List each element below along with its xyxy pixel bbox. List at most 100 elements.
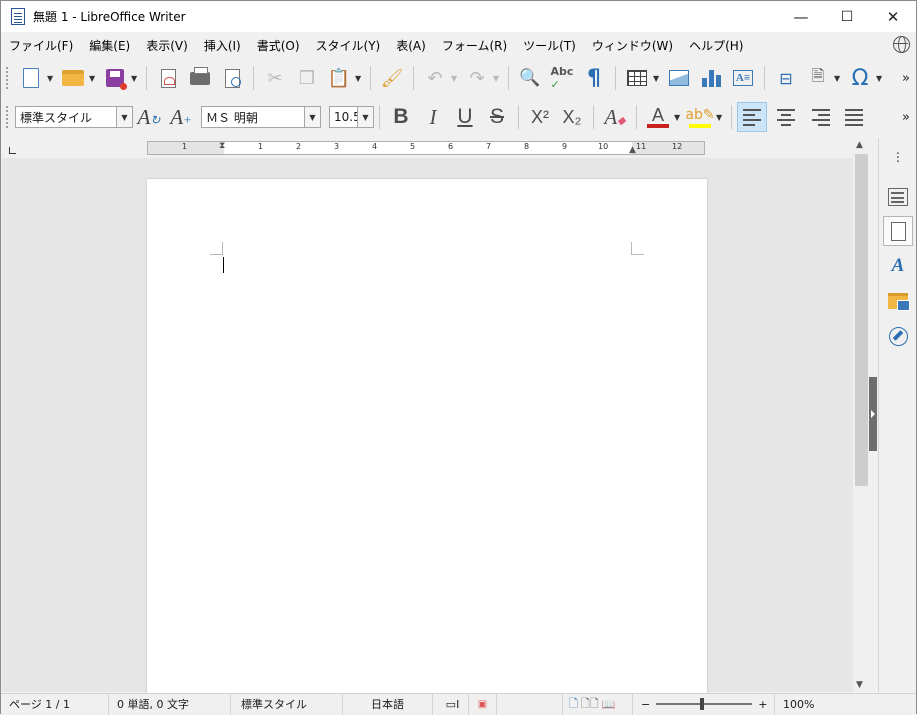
horizontal-ruler[interactable]: 1 1 1 2 3 4 5 6 7 8 9 10 11 12 ⧗ ▲ [147,141,705,155]
paste-dropdown-arrow[interactable]: ▼ [355,74,363,83]
right-indent-marker[interactable]: ▲ [629,145,636,155]
undo-dropdown-arrow[interactable]: ▼ [451,74,459,83]
multi-page-view-icon[interactable]: 🗋🗋 [581,695,599,714]
align-left-button[interactable] [737,102,767,132]
first-line-indent-marker[interactable]: ⧗ [219,141,225,151]
strikethrough-button[interactable]: S [483,103,511,131]
single-page-view-icon[interactable]: 🗋 [569,695,578,714]
chevron-down-icon[interactable]: ▼ [357,107,373,127]
document-modified[interactable]: ▣ [469,693,497,715]
menu-form[interactable]: フォーム(R) [434,37,515,54]
zoom-level[interactable]: 100% [775,694,814,715]
redo-button[interactable]: ↷ [463,64,491,92]
spelling-button[interactable]: Abc ✓ [548,64,576,92]
toolbar-overflow-chevron-icon[interactable]: » [902,110,910,125]
sidebar-collapse-handle[interactable] [869,377,877,451]
italic-button[interactable]: I [419,103,447,131]
underline-button[interactable]: U [451,103,479,131]
digital-signature[interactable] [497,693,563,715]
paste-button[interactable]: 📋 [325,64,353,92]
paragraph-style-combo[interactable]: 標準スタイル ▼ [15,106,133,128]
close-button[interactable]: ✕ [870,1,916,32]
table-dropdown-arrow[interactable]: ▼ [653,74,661,83]
insert-image-button[interactable] [665,64,693,92]
page-count[interactable]: ページ 1 / 1 [1,693,109,715]
special-character-dropdown-arrow[interactable]: ▼ [876,74,884,83]
menu-file[interactable]: ファイル(F) [1,37,81,54]
menu-table[interactable]: 表(A) [388,37,434,54]
chevron-down-icon[interactable]: ▼ [116,107,132,127]
maximize-button[interactable]: ☐ [824,1,870,32]
print-button[interactable] [186,64,214,92]
menu-window[interactable]: ウィンドウ(W) [584,37,681,54]
menu-insert[interactable]: 挿入(I) [196,37,249,54]
toolbar-overflow-chevron-icon[interactable]: » [902,71,910,86]
bold-button[interactable]: B [387,103,415,131]
font-color-dropdown-arrow[interactable]: ▼ [674,113,682,122]
export-pdf-button[interactable] [154,64,182,92]
menu-styles[interactable]: スタイル(Y) [308,37,389,54]
insert-table-button[interactable] [623,64,651,92]
print-preview-button[interactable] [218,64,246,92]
menu-view[interactable]: 表示(V) [138,37,196,54]
justify-button[interactable] [839,102,869,132]
minimize-button[interactable]: — [778,1,824,32]
font-size-combo[interactable]: 10.5 ▼ [329,106,374,128]
highlight-dropdown-arrow[interactable]: ▼ [716,113,724,122]
align-right-button[interactable] [805,102,835,132]
text-language[interactable]: 日本語 [343,693,433,715]
clone-formatting-button[interactable]: 🖌 [378,64,406,92]
zoom-slider-knob[interactable] [700,698,705,710]
document-page[interactable] [147,179,707,699]
open-button[interactable] [59,64,87,92]
vertical-scrollbar[interactable]: ▲ ▼ [854,138,869,692]
sidebar-styles-tab[interactable]: A [883,251,913,281]
insert-page-break-button[interactable]: ⊟ [772,64,800,92]
clear-formatting-button[interactable]: A◆ [601,103,629,131]
update-style-button[interactable]: A↻ [135,103,163,131]
field-dropdown-arrow[interactable]: ▼ [834,74,842,83]
sidebar-navigator-tab[interactable] [883,321,913,351]
menu-format[interactable]: 書式(O) [249,37,308,54]
redo-dropdown-arrow[interactable]: ▼ [493,74,501,83]
save-button[interactable] [101,64,129,92]
align-center-button[interactable] [771,102,801,132]
zoom-out-button[interactable]: − [641,698,650,711]
insert-special-character-button[interactable]: Ω [846,64,874,92]
subscript-button[interactable]: X₂ [558,103,586,131]
chevron-down-icon[interactable]: ▼ [304,107,320,127]
scroll-down-arrow-icon[interactable]: ▼ [856,680,863,690]
scroll-up-arrow-icon[interactable]: ▲ [856,140,863,150]
scrollbar-thumb[interactable] [855,154,868,486]
insert-chart-button[interactable] [697,64,725,92]
menu-help[interactable]: ヘルプ(H) [681,37,751,54]
insert-textbox-button[interactable]: A≡ [729,64,757,92]
save-dropdown-arrow[interactable]: ▼ [131,74,139,83]
font-color-button[interactable]: A [644,103,672,131]
toolbar-grip[interactable] [5,105,9,129]
copy-button[interactable]: ❐ [293,64,321,92]
zoom-slider[interactable] [656,698,753,710]
insert-mode[interactable]: ▭I [433,693,469,715]
toolbar-grip[interactable] [5,66,9,90]
new-style-button[interactable]: A+ [167,103,195,131]
document-canvas[interactable] [2,158,853,699]
book-view-icon[interactable]: 📖 [602,698,616,711]
zoom-in-button[interactable]: + [758,698,767,711]
find-replace-button[interactable]: 🔍 [516,64,544,92]
open-dropdown-arrow[interactable]: ▼ [89,74,97,83]
insert-field-button[interactable]: 🗎 [804,64,832,92]
sidebar-gallery-tab[interactable] [883,286,913,316]
globe-icon[interactable] [893,36,910,53]
cut-button[interactable]: ✂ [261,64,289,92]
undo-button[interactable]: ↶ [421,64,449,92]
sidebar-properties-tab[interactable] [883,182,913,212]
page-style[interactable]: 標準スタイル [231,693,343,715]
sidebar-page-tab[interactable] [883,216,913,246]
word-count[interactable]: 0 単語, 0 文字 [109,693,231,715]
formatting-marks-button[interactable]: ¶ [580,64,608,92]
highlight-color-button[interactable]: ab✎ [685,103,715,131]
superscript-button[interactable]: X² [526,103,554,131]
menu-tools[interactable]: ツール(T) [515,37,584,54]
sidebar-menu-button[interactable]: · · · [883,144,913,174]
